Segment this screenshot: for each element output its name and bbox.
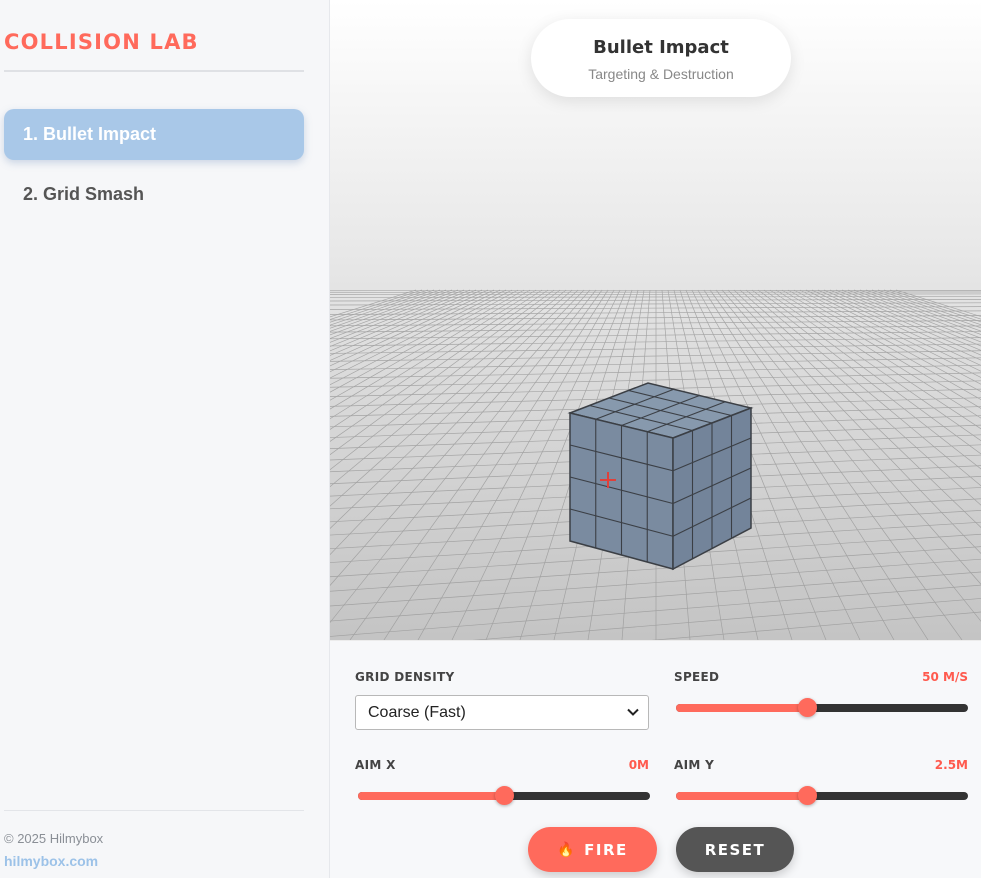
aim-x-value: 0M [628, 758, 649, 772]
reset-button[interactable]: RESET [676, 827, 794, 872]
copyright-text: © 2025 Hilmybox [4, 831, 104, 846]
sidebar-item-label: 2. Grid Smash [23, 184, 145, 204]
aim-y-slider[interactable] [676, 786, 968, 805]
3d-viewport[interactable]: Bullet Impact Targeting & Destruction [330, 0, 981, 640]
control-panel: GRID DENSITY Coarse (Fast) SPEED 50 M/S … [330, 640, 981, 878]
divider [4, 810, 304, 811]
target-cube [567, 382, 754, 571]
aim-x-slider[interactable] [358, 786, 650, 805]
slider-thumb[interactable] [798, 698, 818, 717]
aim-x-label: AIM X [355, 758, 396, 772]
chevron-down-icon [627, 708, 639, 716]
slider-thumb[interactable] [798, 786, 818, 805]
reset-label: RESET [704, 840, 766, 859]
divider [4, 70, 304, 72]
brand-title: COLLISION LAB [4, 30, 199, 54]
sidebar-item-label: 1. Bullet Impact [23, 124, 157, 144]
sidebar-item-grid-smash[interactable]: 2. Grid Smash [4, 169, 304, 220]
slider-thumb[interactable] [495, 786, 514, 805]
main-panel: Bullet Impact Targeting & Destruction GR… [330, 0, 981, 878]
speed-label: SPEED [674, 670, 720, 684]
site-link[interactable]: hilmybox.com [4, 853, 98, 869]
grid-density-label: GRID DENSITY [355, 670, 455, 684]
scene-title-card: Bullet Impact Targeting & Destruction [531, 19, 791, 97]
speed-value: 50 M/S [922, 670, 968, 684]
fire-button[interactable]: 🔥 FIRE [528, 827, 657, 872]
aim-y-label: AIM Y [674, 758, 715, 772]
scene-title: Bullet Impact [593, 37, 729, 58]
grid-density-value: Coarse (Fast) [368, 703, 466, 721]
scene-subtitle: Targeting & Destruction [588, 66, 734, 82]
fire-label: FIRE [584, 840, 628, 859]
sidebar: COLLISION LAB 1. Bullet Impact 2. Grid S… [0, 0, 330, 878]
speed-slider[interactable] [676, 698, 968, 717]
flame-icon: 🔥 [557, 841, 577, 858]
aim-y-value: 2.5M [934, 758, 968, 772]
grid-density-select[interactable]: Coarse (Fast) [355, 695, 649, 730]
sidebar-item-bullet-impact[interactable]: 1. Bullet Impact [4, 109, 304, 160]
